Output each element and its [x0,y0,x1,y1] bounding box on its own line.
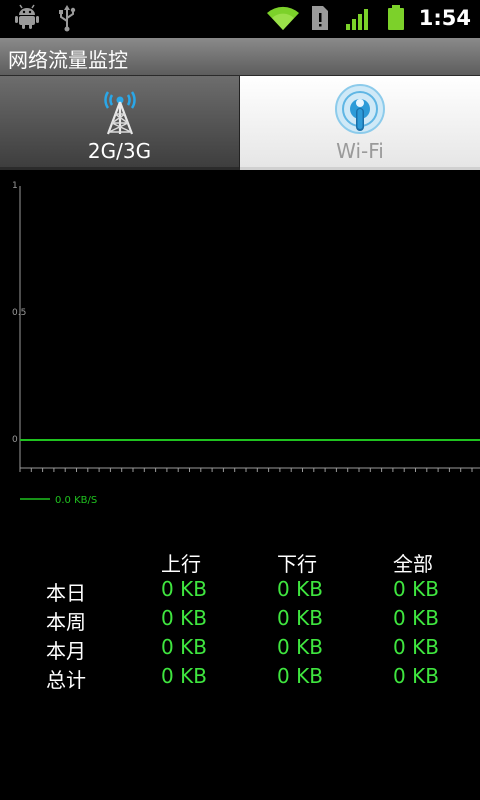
row-label: 总计 [46,668,86,692]
download-value: 0 KB [277,606,323,630]
sd-card-warning-icon [310,4,330,36]
cell-signal-icon [345,4,373,36]
upload-value: 0 KB [161,664,207,688]
row-label: 本日 [46,581,86,605]
download-value: 0 KB [277,664,323,688]
stats-row-week: 本周 0 KB 0 KB 0 KB [0,606,480,635]
total-value: 0 KB [393,664,439,688]
total-value: 0 KB [393,577,439,601]
download-value: 0 KB [277,577,323,601]
traffic-line-chart: 1 0.5 0 0.0 KB/S [12,181,480,506]
title-bar: 网络流量监控 [0,38,480,76]
header-total: 全部 [393,552,433,576]
upload-value: 0 KB [161,577,207,601]
upload-value: 0 KB [161,606,207,630]
upload-value: 0 KB [161,635,207,659]
y-tick-label: 0 [12,435,18,445]
header-download: 下行 [277,552,317,576]
wifi-hotspot-icon [334,83,386,139]
y-tick-label: 0.5 [12,308,26,318]
stats-row-today: 本日 0 KB 0 KB 0 KB [0,577,480,606]
android-debug-icon [14,4,40,34]
total-value: 0 KB [393,635,439,659]
stats-header-row: 上行 下行 全部 [0,548,480,577]
usb-icon [56,4,78,36]
row-label: 本周 [46,610,86,634]
wifi-signal-icon [266,4,300,36]
total-value: 0 KB [393,606,439,630]
header-upload: 上行 [161,552,201,576]
tab-2g-3g[interactable]: 2G/3G [0,76,240,170]
download-value: 0 KB [277,635,323,659]
cell-tower-icon [98,86,142,140]
legend-label: 0.0 KB/S [55,495,97,506]
tab-wifi[interactable]: Wi-Fi [240,76,480,170]
tab-2g-3g-label: 2G/3G [87,139,152,163]
clock: 1:54 [418,6,471,30]
battery-icon [386,4,406,36]
stats-row-month: 本月 0 KB 0 KB 0 KB [0,635,480,664]
stats-row-total: 总计 0 KB 0 KB 0 KB [0,664,480,693]
status-bar: 1:54 [0,0,480,38]
y-tick-label: 1 [12,181,18,191]
tab-wifi-label: Wi-Fi [336,139,384,163]
app-title: 网络流量监控 [8,48,128,72]
network-tabs: 2G/3G Wi-Fi [0,76,480,170]
row-label: 本月 [46,639,86,663]
